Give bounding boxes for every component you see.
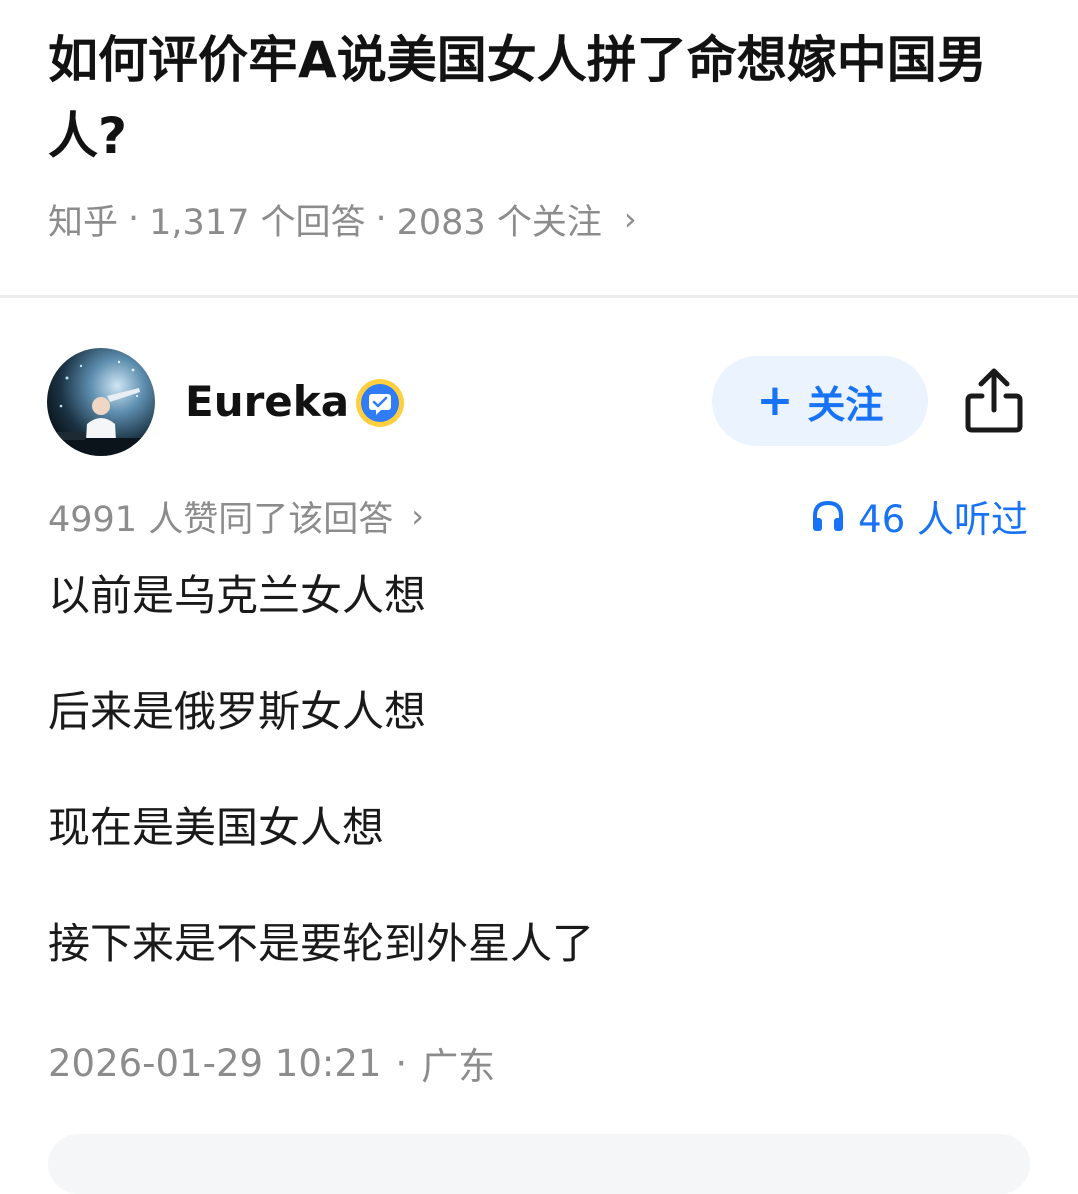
meta-separator: ·	[375, 199, 387, 239]
source-label: 知乎	[48, 202, 119, 243]
avatar-image	[47, 348, 155, 456]
question-title[interactable]: 如何评价牢A说美国女人拼了命想嫁中国男人?	[48, 22, 1028, 174]
follow-button[interactable]: + 关注	[712, 356, 928, 446]
chevron-right-icon[interactable]: ›	[624, 200, 637, 238]
upvote-summary[interactable]: 4991 人赞同了该回答 ›	[48, 492, 424, 540]
avatar[interactable]	[47, 348, 155, 456]
share-icon[interactable]	[962, 366, 1026, 436]
listened-count[interactable]: 46 人听过	[810, 492, 1028, 541]
timestamp-text: 2026-01-29 10:21	[48, 1041, 382, 1085]
answer-timestamp: 2026-01-29 10:21 · 广东	[48, 1038, 496, 1089]
plus-icon: +	[756, 375, 794, 426]
upvote-count-text: 4991 人赞同了该回答	[48, 499, 394, 540]
listened-text: 46 人听过	[858, 498, 1028, 541]
author-name[interactable]: Eureka	[185, 374, 349, 430]
location-text: 广东	[421, 1045, 496, 1088]
answer-paragraph: 后来是俄罗斯女人想	[48, 687, 427, 736]
follow-label: 关注	[807, 382, 884, 427]
headphones-icon	[813, 500, 844, 531]
bottom-card[interactable]	[48, 1134, 1030, 1194]
answer-paragraph: 接下来是不是要轮到外星人了	[48, 919, 595, 968]
answer-paragraph: 现在是美国女人想	[48, 803, 385, 852]
section-divider	[0, 295, 1078, 298]
chevron-right-icon: ›	[411, 497, 424, 535]
timestamp-separator: ·	[395, 1041, 408, 1085]
answers-count: 1,317 个回答	[149, 202, 366, 243]
meta-separator: ·	[128, 199, 140, 239]
followers-count: 2083 个关注	[396, 202, 602, 243]
verified-badge-icon	[356, 379, 404, 427]
question-meta[interactable]: 知乎 · 1,317 个回答 · 2083 个关注 ›	[48, 194, 637, 244]
answer-paragraph: 以前是乌克兰女人想	[48, 571, 427, 620]
question-header: 如何评价牢A说美国女人拼了命想嫁中国男人? 知乎 · 1,317 个回答 · 2…	[0, 0, 1078, 296]
